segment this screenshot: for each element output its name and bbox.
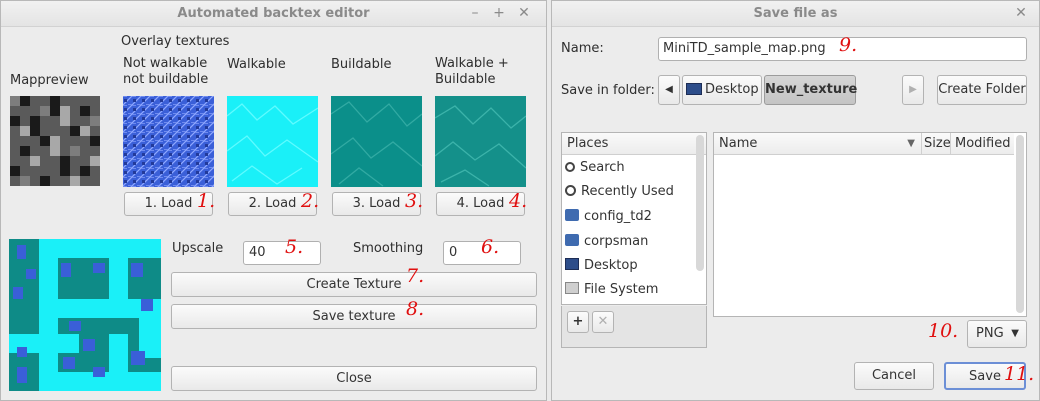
backtex-titlebar: Automated backtex editor – + ✕ — [1, 1, 546, 27]
overlay-heading: Overlay textures — [121, 34, 230, 49]
mark-5: 5. — [285, 236, 304, 258]
texture-walkable-buildable — [435, 96, 526, 187]
upscale-label: Upscale — [172, 241, 224, 256]
place-label: Recently Used — [581, 184, 674, 199]
desktop-icon — [686, 83, 702, 95]
drive-icon — [565, 282, 579, 294]
column-modified-header[interactable]: Modified — [950, 133, 1014, 155]
column-size-header[interactable]: Size — [921, 133, 951, 155]
path-desktop-label: Desktop — [705, 82, 759, 97]
map-preview-image — [10, 96, 100, 186]
mark-11: 11. — [1004, 363, 1035, 385]
places-toolbar: + ✕ — [561, 306, 707, 348]
column-name-header[interactable]: Name ▼ — [714, 133, 921, 155]
dialog-close-icon[interactable]: ✕ — [1013, 5, 1029, 21]
add-place-button[interactable]: + — [567, 311, 589, 333]
place-label: config_td2 — [584, 209, 652, 224]
place-label: Desktop — [584, 258, 638, 273]
mark-9: 9. — [839, 34, 858, 56]
mark-7: 7. — [406, 265, 425, 287]
smoothing-label: Smoothing — [353, 241, 424, 256]
file-list-scrollbar[interactable] — [1016, 135, 1024, 313]
mark-3: 3. — [405, 190, 424, 212]
column-name-label: Name — [719, 136, 758, 151]
save-in-folder-label: Save in folder: — [561, 83, 655, 98]
mark-1: 1. — [197, 190, 216, 212]
search-icon — [565, 162, 575, 172]
filetype-select[interactable]: PNG ▼ — [967, 320, 1027, 348]
name-label: Name: — [561, 41, 604, 56]
path-back-button[interactable]: ◀ — [658, 75, 680, 105]
place-label: File System — [584, 282, 659, 297]
place-label: corpsman — [584, 234, 649, 249]
clock-icon — [565, 185, 576, 196]
remove-place-button[interactable]: ✕ — [592, 311, 614, 333]
places-scrollbar[interactable] — [696, 135, 704, 271]
generated-texture-preview — [9, 239, 161, 391]
path-desktop-button[interactable]: Desktop — [682, 75, 762, 105]
mark-6: 6. — [481, 236, 500, 258]
place-corpsman[interactable]: corpsman — [565, 231, 648, 253]
sort-down-icon: ▼ — [907, 138, 915, 149]
home-folder-icon — [565, 234, 579, 246]
col2-label: Walkable — [227, 57, 286, 72]
arrow-right-icon: ▶ — [909, 84, 917, 95]
filetype-label: PNG — [976, 326, 1004, 341]
mark-2: 2. — [301, 190, 320, 212]
folder-icon — [565, 209, 579, 221]
mark-10: 10. — [928, 320, 959, 342]
mappreview-label: Mappreview — [10, 73, 89, 88]
place-recently-used[interactable]: Recently Used — [565, 181, 674, 203]
create-texture-button[interactable]: Create Texture — [171, 272, 537, 297]
plus-icon: + — [572, 314, 584, 329]
arrow-left-icon: ◀ — [665, 84, 673, 95]
close-button[interactable]: Close — [171, 366, 537, 391]
places-panel: Places Search Recently Used config_td2 c… — [561, 132, 707, 305]
texture-walkable — [227, 96, 318, 187]
path-forward-button[interactable]: ▶ — [902, 75, 924, 105]
remove-icon: ✕ — [597, 314, 609, 329]
place-config-td2[interactable]: config_td2 — [565, 206, 652, 228]
save-dialog-titlebar: Save file as ✕ — [552, 1, 1039, 27]
chevron-down-icon: ▼ — [1011, 328, 1019, 339]
texture-buildable — [331, 96, 422, 187]
backtex-editor-window: Automated backtex editor – + ✕ Overlay t… — [0, 0, 547, 401]
cancel-button[interactable]: Cancel — [854, 362, 934, 390]
minimize-icon[interactable]: – — [467, 5, 483, 21]
save-dialog-window: Save file as ✕ Name: MiniTD_sample_map.p… — [551, 0, 1040, 401]
create-folder-button[interactable]: Create Folder — [937, 75, 1027, 105]
close-icon[interactable]: ✕ — [516, 5, 532, 21]
col1-label: Not walkable not buildable — [123, 56, 209, 87]
place-file-system[interactable]: File System — [565, 279, 658, 301]
backtex-title: Automated backtex editor — [177, 6, 370, 21]
place-search[interactable]: Search — [565, 157, 625, 179]
maximize-icon[interactable]: + — [491, 5, 507, 21]
path-current-button[interactable]: New_texture — [764, 75, 857, 105]
places-header: Places — [562, 133, 706, 155]
save-dialog-title: Save file as — [753, 6, 838, 21]
place-desktop[interactable]: Desktop — [565, 255, 638, 277]
desktop-icon — [565, 258, 579, 270]
col4-label: Walkable + Buildable — [435, 56, 509, 87]
file-list[interactable]: Name ▼ Size Modified — [713, 132, 1027, 317]
col3-label: Buildable — [331, 57, 392, 72]
upscale-input[interactable]: 40 — [243, 241, 321, 265]
mark-4: 4. — [509, 190, 528, 212]
save-texture-button[interactable]: Save texture — [171, 304, 537, 329]
texture-not-walkable — [123, 96, 214, 187]
place-label: Search — [580, 160, 625, 175]
mark-8: 8. — [406, 298, 425, 320]
